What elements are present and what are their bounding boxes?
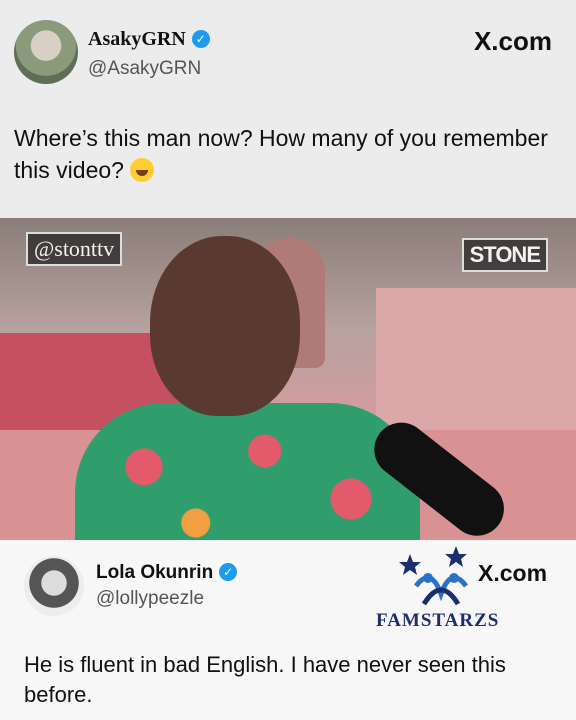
avatar-lola-okunrin[interactable] (24, 556, 84, 616)
verified-badge-icon: ✓ (191, 30, 210, 48)
tweet-body: Where’s this man now? How many of you re… (14, 125, 548, 183)
avatar-asakygrn[interactable] (14, 20, 78, 84)
laughing-emoji-icon (129, 158, 154, 182)
reply-x-com-label: X.com (478, 560, 548, 586)
reply-text: He is fluent in bad English. I have neve… (24, 652, 506, 707)
watermark-stonttv: @stonttv (26, 232, 123, 266)
famstarzs-logo-text: FAMSTARZS (376, 610, 500, 631)
video-frame[interactable]: @stonttv STONE (0, 218, 576, 540)
author-name[interactable]: AsakyGRN ✓ (88, 28, 210, 51)
man-shirt (75, 403, 420, 540)
reply-author-name[interactable]: Lola Okunrin ✓ (96, 562, 238, 584)
author-handle[interactable]: @AsakyGRN (88, 58, 201, 80)
verified-badge-icon: ✓ (219, 563, 238, 581)
man-head (150, 236, 300, 416)
tweet-text: Where’s this man now? How many of you re… (14, 122, 554, 186)
watermark-stone: STONE (461, 238, 548, 272)
reply-author-name-text[interactable]: Lola Okunrin (96, 562, 213, 583)
reply-author-handle[interactable]: @lollypeezle (96, 588, 204, 610)
x-com-label: X.com (473, 26, 552, 56)
author-name-text[interactable]: AsakyGRN (88, 28, 186, 50)
